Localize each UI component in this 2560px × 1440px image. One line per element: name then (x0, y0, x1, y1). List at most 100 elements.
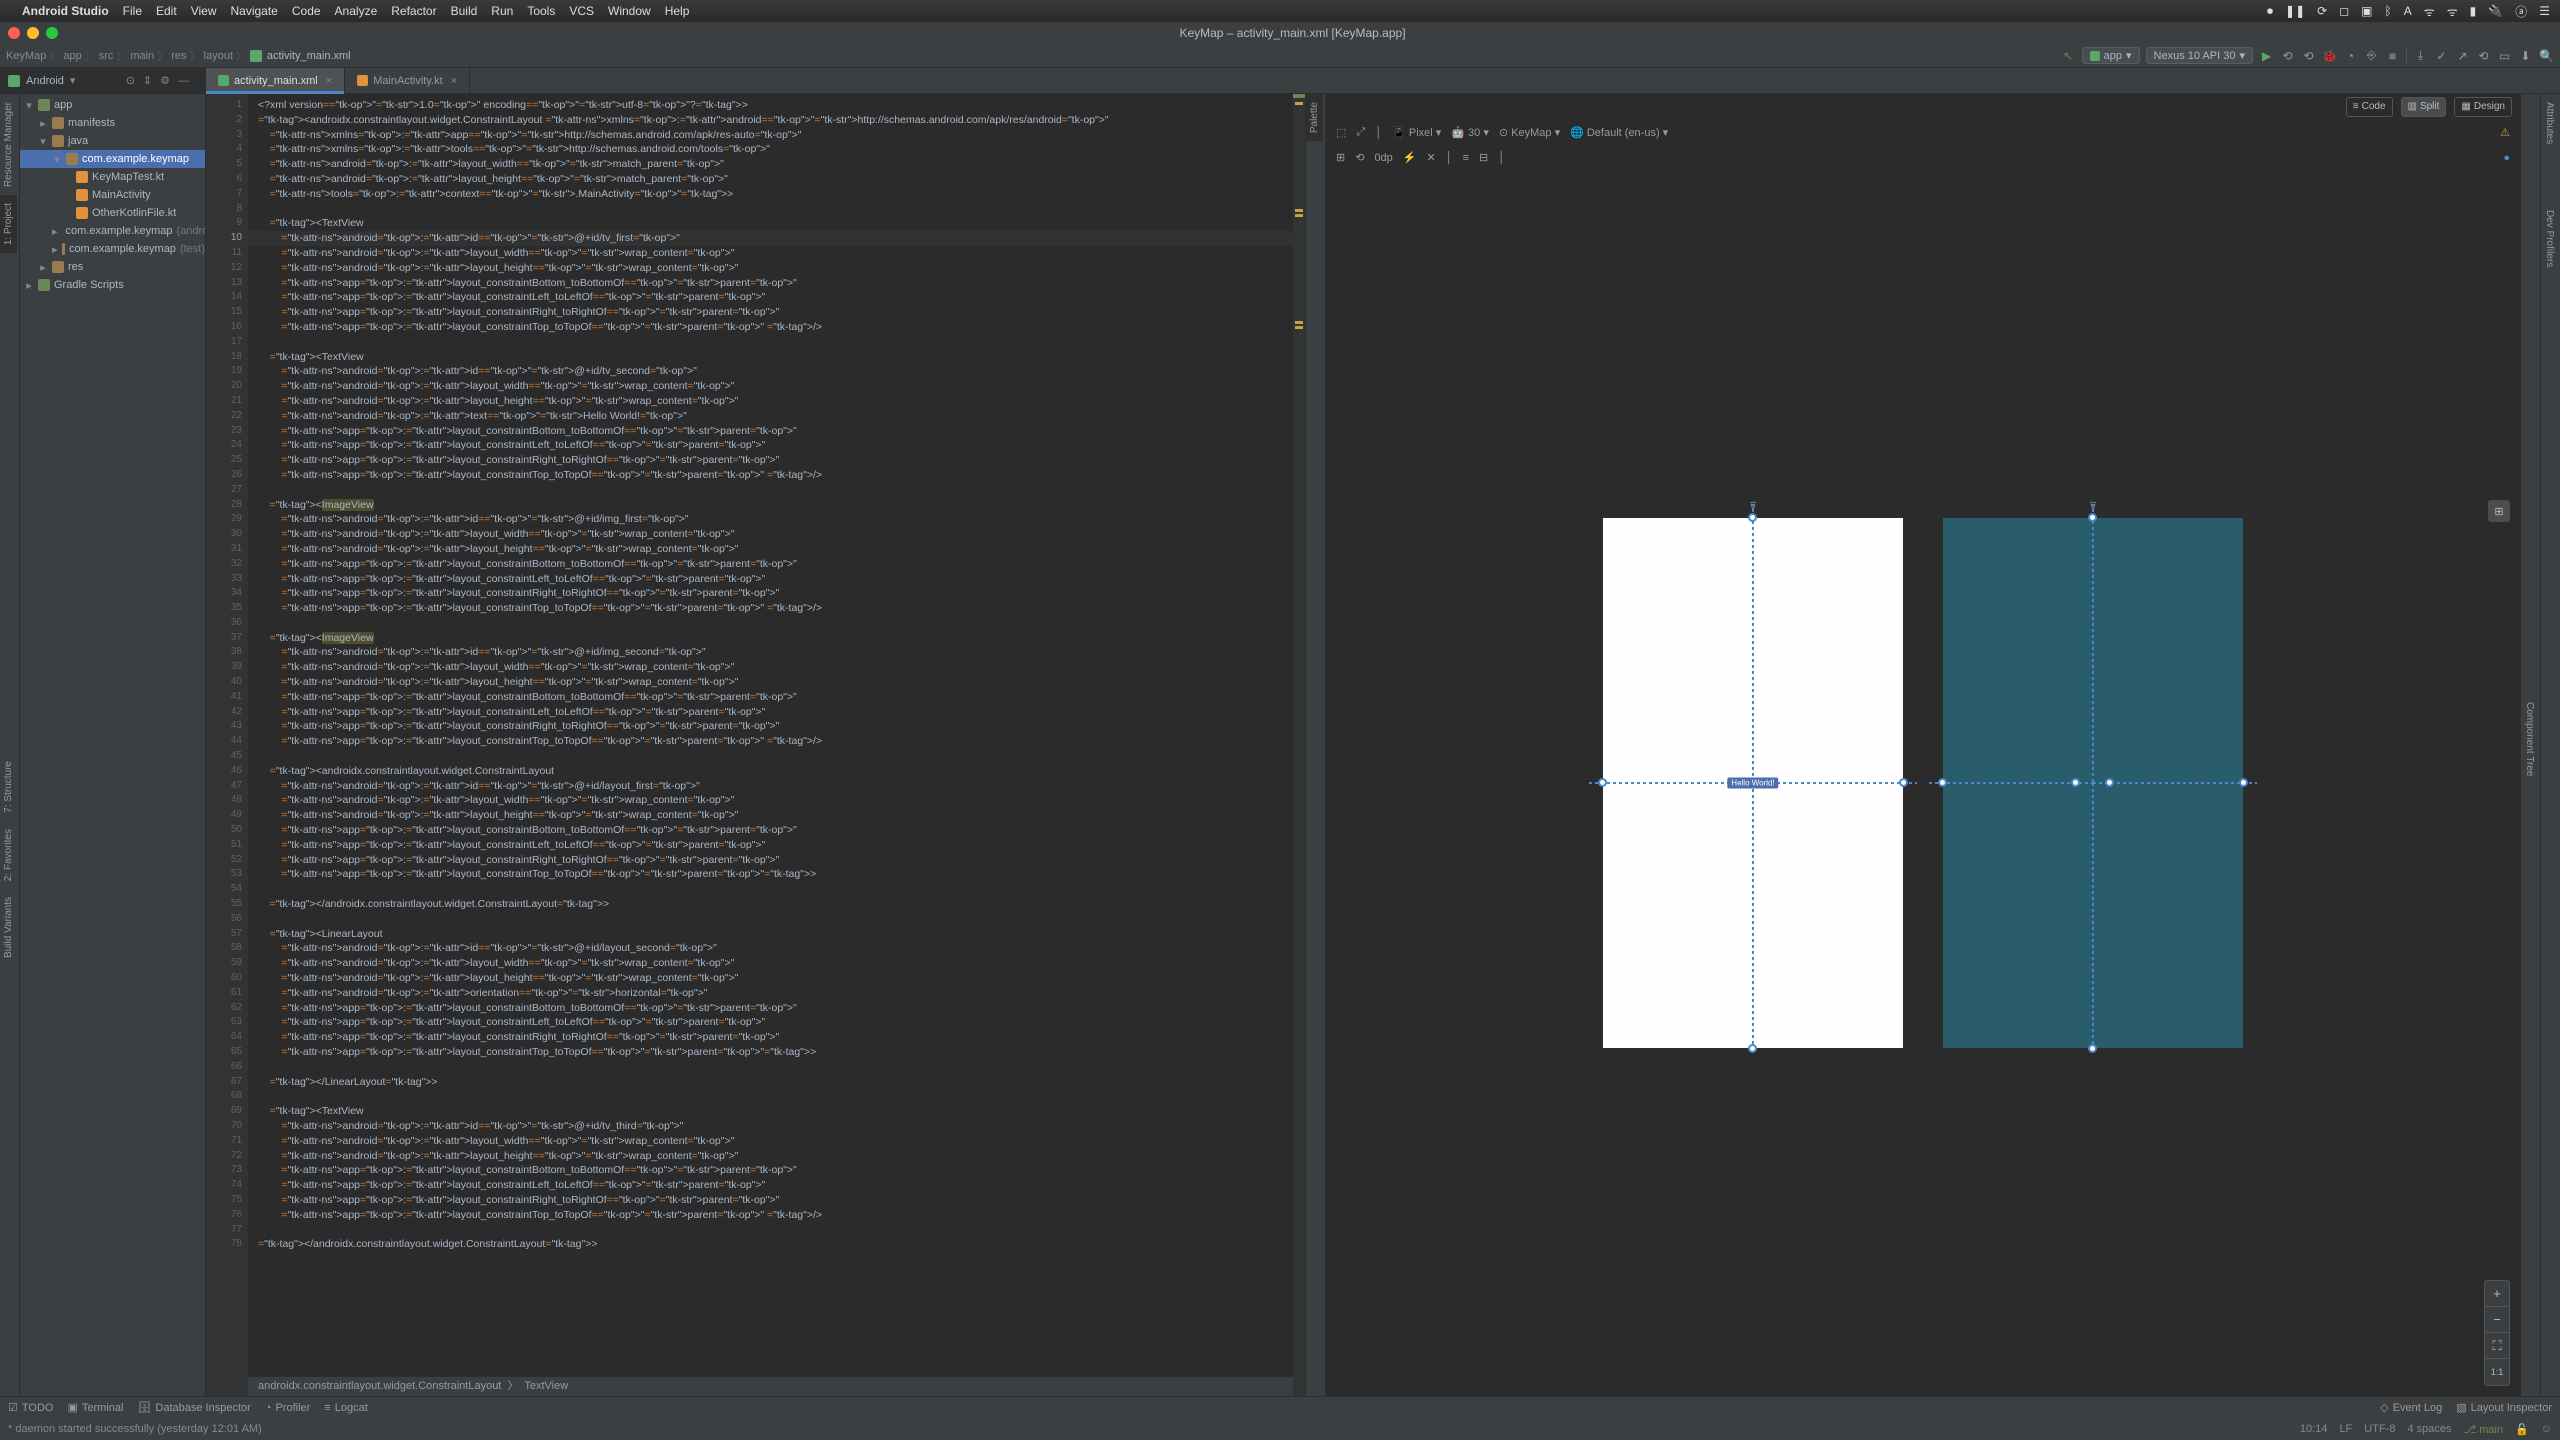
align-icon[interactable]: ≡ (1463, 152, 1469, 164)
clear-constraints-icon[interactable]: ✕ (1427, 151, 1436, 164)
menu-vcs[interactable]: VCS (569, 4, 594, 18)
input-icon[interactable]: A (2404, 4, 2412, 18)
crumb[interactable]: layout (204, 50, 233, 62)
inspection-icon[interactable]: ☺ (2541, 1423, 2552, 1436)
device-select[interactable]: Nexus 10 API 30▾ (2146, 47, 2253, 64)
spotlight-icon[interactable]: ⓐ (2515, 3, 2527, 20)
tree-file[interactable]: KeyMapTest.kt (92, 171, 164, 183)
pan-icon[interactable]: ⤢ (1356, 126, 1365, 139)
menu-build[interactable]: Build (451, 4, 478, 18)
design-surface[interactable]: ⊽ Hello World! (1603, 518, 1903, 1048)
design-blueprint-icon[interactable]: ⊞ (1336, 151, 1345, 164)
run-icon[interactable]: ▶ (2259, 48, 2274, 63)
view-code-button[interactable]: ≡ Code (2346, 97, 2393, 117)
apply-changes-icon[interactable]: ⟲ (2280, 48, 2295, 63)
avd-icon[interactable]: ▭ (2497, 48, 2512, 63)
indent[interactable]: 4 spaces (2407, 1423, 2451, 1436)
traffic-max[interactable] (46, 27, 58, 39)
debug-icon[interactable]: 🐞 (2322, 48, 2337, 63)
wifi-icon[interactable]: ᯤ (2424, 3, 2435, 20)
crumb[interactable]: src (99, 50, 114, 62)
tree-res[interactable]: res (68, 261, 83, 273)
toolwindow-profilers[interactable]: Dev Profilers (2541, 202, 2558, 275)
collapse-icon[interactable]: ⇕ (143, 74, 152, 87)
traffic-close[interactable] (8, 27, 20, 39)
warning-icon[interactable]: ⚠ (2500, 126, 2510, 139)
menu-tools[interactable]: Tools (527, 4, 555, 18)
zoom-controls[interactable]: + − ⛶ 1:1 (2484, 1280, 2510, 1386)
toolwindow-attributes[interactable]: Attributes (2541, 94, 2558, 152)
toolwindow-eventlog[interactable]: ◇ Event Log (2380, 1401, 2442, 1414)
menu-analyze[interactable]: Analyze (335, 4, 378, 18)
zoom-pct[interactable]: 1:1 (2485, 1359, 2509, 1385)
theme-select[interactable]: ⊙ KeyMap ▾ (1499, 126, 1560, 139)
run-config[interactable]: app▾ (2082, 47, 2140, 64)
tree-pkg[interactable]: com.example.keymap (66, 225, 173, 237)
tree-app[interactable]: app (54, 99, 72, 111)
design-canvas[interactable]: ⊽ Hello World! ⊽ ⊞ (1326, 170, 2520, 1396)
git-push-icon[interactable]: ↗ (2455, 48, 2470, 63)
app-name[interactable]: Android Studio (22, 4, 109, 18)
view-split-button[interactable]: ▥ Split (2401, 97, 2447, 117)
palette-tab[interactable]: Palette (1306, 94, 1323, 141)
toolwindow-structure[interactable]: 7: Structure (0, 753, 17, 821)
layout-validation-icon[interactable]: ⊞ (2488, 500, 2510, 522)
menu-view[interactable]: View (191, 4, 217, 18)
menu-help[interactable]: Help (665, 4, 690, 18)
menu-window[interactable]: Window (608, 4, 651, 18)
attach-icon[interactable]: ⎆ (2364, 48, 2379, 63)
editor[interactable]: 1234567891011121314151617181920212223242… (206, 94, 1306, 1396)
editor-breadcrumb[interactable]: androidx.constraintlayout.widget.Constra… (248, 1376, 1293, 1396)
project-view-selector[interactable]: Android ▾ ⊙⇕⚙— (0, 68, 206, 93)
scope-icon[interactable]: ⊙ (126, 74, 135, 87)
clock[interactable]: 🔌 (2488, 4, 2503, 18)
device-icon[interactable]: 📱 Pixel ▾ (1392, 126, 1441, 139)
guideline-icon[interactable]: │ (1498, 152, 1505, 164)
tree-gradle[interactable]: Gradle Scripts (54, 279, 124, 291)
control-center-icon[interactable]: ☰ (2539, 4, 2550, 18)
encoding[interactable]: UTF-8 (2364, 1423, 2395, 1436)
back-icon[interactable]: ↖ (2061, 48, 2076, 63)
git-branch[interactable]: ⎇ main (2463, 1423, 2503, 1436)
menu-navigate[interactable]: Navigate (230, 4, 277, 18)
traffic-min[interactable] (27, 27, 39, 39)
line-ending[interactable]: LF (2339, 1423, 2352, 1436)
close-tab-icon[interactable]: × (326, 75, 332, 87)
menu-code[interactable]: Code (292, 4, 321, 18)
toolwindow-layoutinspector[interactable]: ▧ Layout Inspector (2456, 1401, 2552, 1414)
project-tree[interactable]: ▾app ▸manifests ▾java ▾com.example.keyma… (20, 94, 206, 1396)
toolwindow-terminal[interactable]: ▣ Terminal (67, 1401, 123, 1414)
zoom-in-icon[interactable]: + (2485, 1281, 2509, 1307)
gear-icon[interactable]: ⚙ (160, 74, 170, 87)
margin-select[interactable]: 0dp (1374, 152, 1392, 164)
apply-code-icon[interactable]: ⟲ (2301, 48, 2316, 63)
toolwindow-profiler[interactable]: ◔ Profiler (265, 1402, 311, 1414)
autoconnect-icon[interactable]: ⚡ (1403, 151, 1417, 164)
bluetooth-icon[interactable]: ᛒ (2385, 4, 2392, 18)
crumb[interactable]: res (171, 50, 186, 62)
tree-pkg[interactable]: com.example.keymap (82, 153, 189, 165)
zoom-fit-icon[interactable]: ⛶ (2485, 1333, 2509, 1359)
orientation-icon[interactable]: ⟲ (1355, 151, 1364, 164)
toolwindow-favorites[interactable]: 2: Favorites (0, 821, 17, 889)
view-design-button[interactable]: ▦ Design (2454, 97, 2512, 117)
tab-activity-main[interactable]: activity_main.xml× (206, 68, 345, 93)
toolwindow-build-variants[interactable]: Build Variants (0, 889, 17, 966)
toolwindow-logcat[interactable]: ≡ Logcat (324, 1402, 367, 1414)
tree-pkg[interactable]: com.example.keymap (69, 243, 176, 255)
zoom-out-icon[interactable]: − (2485, 1307, 2509, 1333)
lock-icon[interactable]: 🔓 (2515, 1423, 2529, 1436)
git-commit-icon[interactable]: ✓ (2434, 48, 2449, 63)
tree-file[interactable]: OtherKotlinFile.kt (92, 207, 176, 219)
editor-scrollbar[interactable] (1293, 94, 1305, 1396)
tab-main-activity[interactable]: MainActivity.kt× (345, 68, 470, 93)
component-tree-tab[interactable]: Component Tree (2521, 694, 2538, 785)
toolwindow-database[interactable]: 🗄 Database Inspector (137, 1401, 250, 1414)
locale-select[interactable]: 🌐 Default (en-us) ▾ (1570, 126, 1668, 139)
blueprint-surface[interactable]: ⊽ (1943, 518, 2243, 1048)
search-icon[interactable]: 🔍 (2539, 48, 2554, 63)
crumb[interactable]: main (130, 50, 154, 62)
toolwindow-todo[interactable]: ☑ TODO (8, 1401, 53, 1414)
hide-icon[interactable]: — (178, 75, 189, 87)
crumb[interactable]: app (63, 50, 81, 62)
